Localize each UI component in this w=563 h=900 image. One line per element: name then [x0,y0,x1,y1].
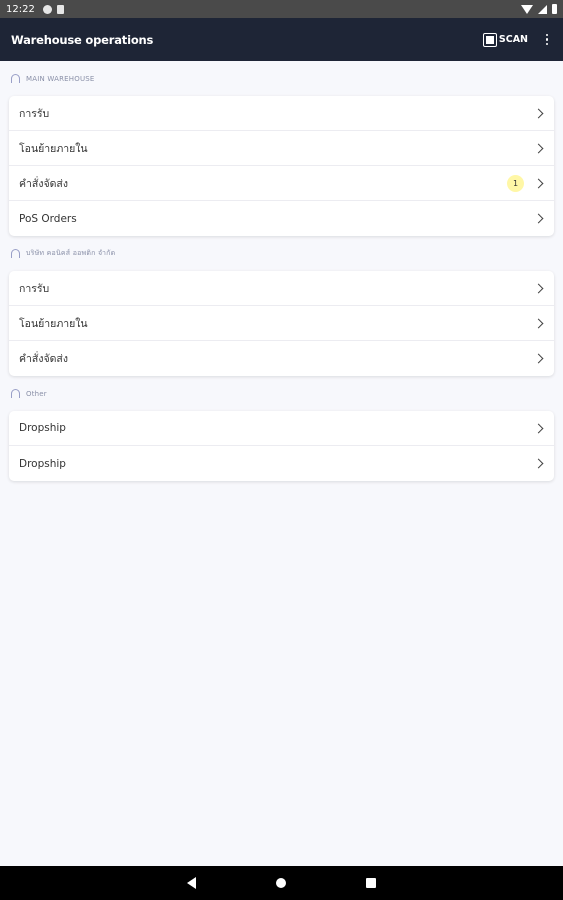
list-item-label: Dropship [19,457,66,470]
chevron-right-icon [533,423,544,433]
list-item-internal-transfers[interactable]: โอนย้ายภายใน [9,306,554,341]
operations-card: การรับ โอนย้ายภายใน คำสั่งจัดส่ง [9,271,554,376]
chevron-right-icon [533,283,544,293]
section-company: บริษัท คอนิคส์ ออพติก จำกัด การรับ โอนย้… [9,236,554,376]
list-item-delivery-orders[interactable]: คำสั่งจัดส่ง [9,341,554,376]
list-item-pos-orders[interactable]: PoS Orders [9,201,554,236]
chevron-right-icon [533,318,544,328]
sd-card-icon [56,4,64,14]
wifi-icon [521,4,533,14]
warehouse-icon [11,389,20,398]
list-item-label: คำสั่งจัดส่ง [19,353,68,365]
operations-card: Dropship Dropship [9,411,554,481]
home-icon[interactable] [276,878,286,888]
status-time: 12:22 [6,3,35,15]
chevron-right-icon [533,143,544,153]
section-header: บริษัท คอนิคส์ ออพติก จำกัด [9,236,554,271]
section-header: Other [9,376,554,411]
page-title: Warehouse operations [11,32,154,47]
list-item-label: โอนย้ายภายใน [19,142,88,155]
operations-card: การรับ โอนย้ายภายใน คำสั่งจัดส่ง 1 PoS O… [9,96,554,236]
section-other: Other Dropship Dropship [9,376,554,481]
list-item-dropship[interactable]: Dropship [9,446,554,481]
list-item-label: การรับ [19,107,50,120]
section-header: MAIN WAREHOUSE [9,61,554,96]
chevron-right-icon [533,178,544,188]
dot-icon [545,38,549,41]
count-badge: 1 [507,174,524,192]
app-bar: Warehouse operations SCAN [0,18,563,61]
scan-label: SCAN [498,34,528,45]
chevron-right-icon [533,353,544,364]
list-item-label: การรับ [19,282,50,295]
list-item-label: โอนย้ายภายใน [19,317,88,330]
cellular-signal-icon [538,4,547,14]
system-nav-bar [0,866,563,900]
list-item-dropship[interactable]: Dropship [9,411,554,446]
list-item-delivery-orders[interactable]: คำสั่งจัดส่ง 1 [9,166,554,201]
chevron-right-icon [533,213,544,224]
dot-icon [545,42,549,46]
more-options-button[interactable] [542,33,552,46]
barcode-scan-icon [482,32,497,47]
operations-list: MAIN WAREHOUSE การรับ โอนย้ายภายใน คำสั่… [0,61,563,481]
notification-icon [42,4,52,14]
battery-icon [552,4,557,14]
back-icon[interactable] [187,877,196,889]
chevron-right-icon [533,458,544,469]
section-title: Other [26,389,47,398]
list-item-label: Dropship [19,422,66,434]
chevron-right-icon [533,108,544,118]
list-item-label: คำสั่งจัดส่ง [19,177,68,190]
recent-apps-icon[interactable] [366,878,376,888]
scan-button[interactable]: SCAN [482,32,528,47]
section-title: MAIN WAREHOUSE [26,74,95,83]
list-item-label: PoS Orders [19,212,77,225]
dot-icon [545,33,549,37]
list-item-internal-transfers[interactable]: โอนย้ายภายใน [9,131,554,166]
list-item-receipts[interactable]: การรับ [9,96,554,131]
list-item-receipts[interactable]: การรับ [9,271,554,306]
section-main-warehouse: MAIN WAREHOUSE การรับ โอนย้ายภายใน คำสั่… [9,61,554,236]
warehouse-icon [11,74,20,83]
status-bar: 12:22 [0,0,563,18]
section-title: บริษัท คอนิคส์ ออพติก จำกัด [26,249,116,257]
warehouse-icon [11,249,20,258]
